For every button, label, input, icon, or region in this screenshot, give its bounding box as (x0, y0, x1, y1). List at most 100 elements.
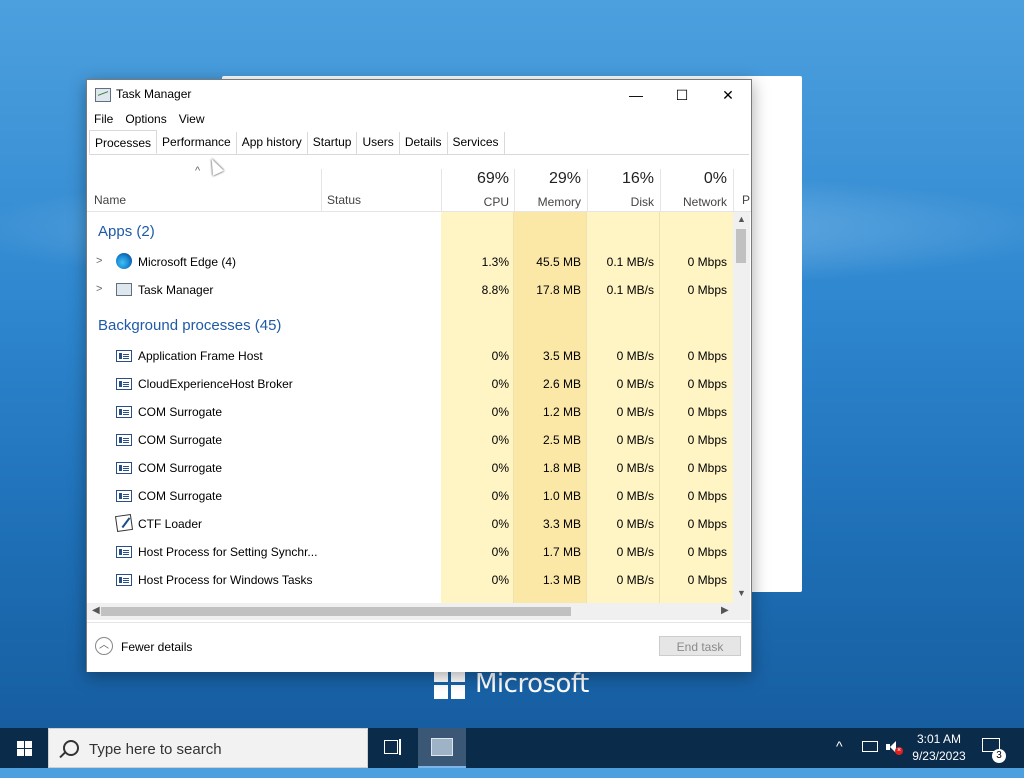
task-view-button[interactable] (376, 728, 408, 768)
network-value: 0 Mbps (687, 545, 727, 559)
tab-startup[interactable]: Startup (308, 132, 358, 154)
column-separator[interactable] (321, 169, 322, 211)
close-button[interactable]: ✕ (705, 80, 751, 110)
table-row[interactable]: COM Surrogate 0% 1.2 MB 0 MB/s 0 Mbps (87, 398, 733, 426)
disk-value: 0 MB/s (616, 517, 654, 531)
disk-percent: 16% (621, 170, 654, 187)
expand-chevron-icon[interactable]: > (96, 255, 102, 267)
horizontal-scrollbar[interactable]: ◀ ▶ (87, 603, 733, 620)
table-row[interactable]: Host Process for Windows Tasks 0% 1.3 MB… (87, 566, 733, 594)
show-hidden-icons-chevron-icon[interactable]: ^ (836, 738, 843, 778)
column-name[interactable]: Name (94, 193, 126, 207)
process-name: Host Process for Setting Synchr... (138, 545, 318, 559)
network-value: 0 Mbps (687, 349, 727, 363)
disk-label: Disk (630, 195, 654, 209)
table-row[interactable]: CTF Loader 0% 3.3 MB 0 MB/s 0 Mbps (87, 510, 733, 538)
menu-file[interactable]: File (87, 110, 119, 130)
vertical-scrollbar[interactable]: ▲ ▼ (733, 212, 750, 603)
column-memory[interactable]: 29% Memory (514, 163, 581, 209)
minimize-button[interactable]: — (613, 80, 659, 110)
chevron-up-circle-icon[interactable]: ︿ (95, 637, 113, 655)
cpu-value: 0% (491, 405, 509, 419)
process-icon (116, 406, 132, 418)
group-row-background[interactable]: Background processes (45) (87, 310, 733, 338)
network-icon[interactable] (862, 741, 878, 752)
taskbar-search-box[interactable]: Type here to search (48, 728, 368, 768)
task-view-icon (384, 739, 401, 755)
scrollbar-corner (733, 603, 750, 620)
task-manager-window[interactable]: Task Manager — ☐ ✕ File Options View Pro… (86, 79, 752, 672)
column-status[interactable]: Status (327, 193, 361, 207)
memory-value: 1.0 MB (542, 489, 581, 503)
microsoft-brand-text: Microsoft (475, 668, 589, 699)
tab-performance[interactable]: Performance (157, 132, 237, 154)
scroll-right-icon[interactable]: ▶ (721, 605, 729, 616)
process-icon (116, 546, 132, 558)
disk-value: 0 MB/s (616, 349, 654, 363)
task-manager-icon (95, 88, 111, 102)
network-value: 0 Mbps (687, 461, 727, 475)
microsoft-logo: Microsoft (434, 668, 589, 699)
memory-percent: 29% (548, 170, 581, 187)
maximize-button[interactable]: ☐ (659, 80, 705, 110)
table-row[interactable]: Host Process for Setting Synchr... 0% 1.… (87, 538, 733, 566)
memory-value: 1.8 MB (542, 461, 581, 475)
start-button[interactable] (0, 728, 48, 768)
column-network[interactable]: 0% Network (660, 163, 727, 209)
scroll-down-icon[interactable]: ▼ (737, 588, 746, 598)
tab-users[interactable]: Users (357, 132, 400, 154)
network-label: Network (682, 195, 727, 209)
process-name: Task Manager (138, 283, 214, 297)
vertical-scroll-thumb[interactable] (736, 229, 746, 263)
group-title-apps: Apps (2) (98, 223, 155, 240)
group-row-apps[interactable]: Apps (2) (87, 216, 733, 244)
memory-value: 17.8 MB (536, 283, 581, 297)
table-row[interactable]: > Task Manager 8.8% 17.8 MB 0.1 MB/s 0 M… (87, 276, 733, 304)
group-title-background: Background processes (45) (98, 317, 282, 334)
scroll-up-icon[interactable]: ▲ (737, 214, 746, 224)
memory-value: 1.7 MB (542, 545, 581, 559)
tab-processes[interactable]: Processes (89, 130, 158, 154)
table-row[interactable]: Application Frame Host 0% 3.5 MB 0 MB/s … (87, 342, 733, 370)
memory-value: 1.3 MB (542, 573, 581, 587)
process-name: Application Frame Host (138, 349, 263, 363)
clock-date: 9/23/2023 (912, 749, 966, 763)
process-name: CTF Loader (138, 517, 203, 531)
table-row[interactable]: COM Surrogate 0% 1.8 MB 0 MB/s 0 Mbps (87, 454, 733, 482)
horizontal-scroll-thumb[interactable] (101, 607, 571, 616)
network-value: 0 Mbps (687, 377, 727, 391)
table-row[interactable]: > Microsoft Edge (4) 1.3% 45.5 MB 0.1 MB… (87, 248, 733, 276)
tab-app-history[interactable]: App history (237, 132, 308, 154)
window-title: Task Manager (116, 87, 192, 101)
expand-chevron-icon[interactable]: > (96, 283, 102, 295)
process-name: COM Surrogate (138, 405, 223, 419)
process-icon (116, 462, 132, 474)
network-percent: 0% (703, 170, 727, 187)
table-row[interactable]: COM Surrogate 0% 2.5 MB 0 MB/s 0 Mbps (87, 426, 733, 454)
tab-services[interactable]: Services (448, 132, 505, 154)
process-name: COM Surrogate (138, 433, 223, 447)
title-bar[interactable]: Task Manager — ☐ ✕ (87, 80, 751, 110)
table-row[interactable]: COM Surrogate 0% 1.0 MB 0 MB/s 0 Mbps (87, 482, 733, 510)
scroll-left-icon[interactable]: ◀ (92, 605, 100, 616)
disk-value: 0 MB/s (616, 433, 654, 447)
table-row[interactable]: CloudExperienceHost Broker 0% 2.6 MB 0 M… (87, 370, 733, 398)
end-task-button[interactable]: End task (659, 636, 741, 656)
clock[interactable]: 3:01 AM 9/23/2023 (900, 731, 978, 765)
disk-value: 0.1 MB/s (606, 283, 654, 297)
menu-options[interactable]: Options (119, 110, 172, 130)
column-truncated[interactable]: P (742, 193, 750, 207)
column-cpu[interactable]: 69% CPU (441, 163, 509, 209)
taskbar-task-manager-button[interactable] (418, 728, 466, 768)
cpu-value: 0% (491, 433, 509, 447)
cpu-value: 0% (491, 489, 509, 503)
menu-view[interactable]: View (173, 110, 211, 130)
tab-details[interactable]: Details (400, 132, 448, 154)
cpu-label: CPU (483, 195, 509, 209)
memory-value: 2.6 MB (542, 377, 581, 391)
column-disk[interactable]: 16% Disk (587, 163, 654, 209)
fewer-details-link[interactable]: Fewer details (121, 640, 192, 654)
column-separator[interactable] (733, 169, 734, 211)
ctf-loader-icon (114, 513, 134, 533)
menu-bar: File Options View (87, 110, 211, 130)
